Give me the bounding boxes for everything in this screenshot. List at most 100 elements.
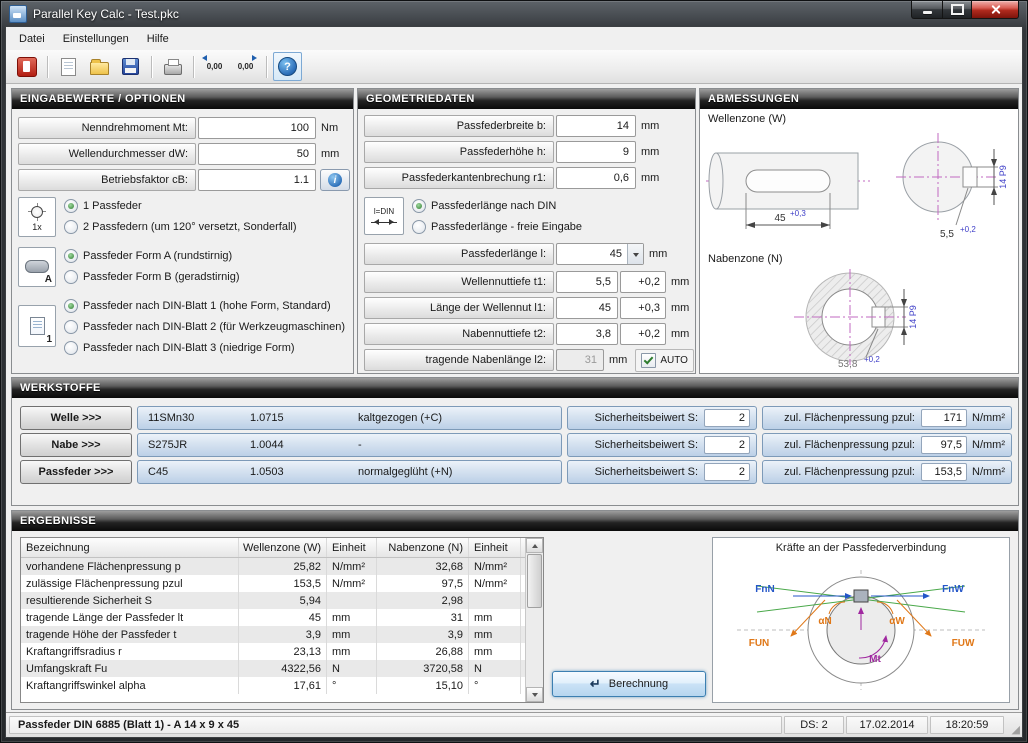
dim-nabenbohrung: 53,8 (838, 359, 858, 370)
scroll-down-icon[interactable] (526, 687, 543, 702)
radio-icon (64, 320, 78, 334)
radio-2-passfedern[interactable]: 2 Passfedern (um 120° versetzt, Sonderfa… (64, 216, 297, 237)
radio-1-passfeder[interactable]: 1 Passfeder (64, 195, 297, 216)
betriebsfaktor-input[interactable]: 1.1 (198, 169, 316, 191)
new-file-button[interactable] (54, 52, 83, 81)
radio-selected-icon (412, 199, 426, 213)
radio-din-blatt-2[interactable]: Passfeder nach DIN-Blatt 2 (für Werkzeug… (64, 316, 345, 337)
unit-label: mm (609, 354, 627, 366)
welle-sicherheit-group: Sicherheitsbeiwert S: 2 (567, 406, 757, 430)
nabenzone-drawing: 14 P9 53,8 +0,2 (700, 267, 1016, 371)
menu-einstellungen[interactable]: Einstellungen (54, 30, 138, 48)
passfederhoehe-label: Passfederhöhe h: (364, 141, 554, 163)
statusbar-date: 17.02.2014 (846, 716, 928, 734)
info-button[interactable] (320, 169, 350, 191)
laenge-mode-iconbox: l=DIN (364, 197, 404, 235)
decimal-decrease-button[interactable]: 0,00 (231, 52, 260, 81)
save-button[interactable] (116, 52, 145, 81)
maximize-button[interactable] (943, 1, 971, 19)
radio-laenge-frei[interactable]: Passfederlänge - freie Eingabe (412, 216, 582, 237)
help-icon: ? (278, 57, 297, 76)
radio-icon (64, 220, 78, 234)
statusbar: Passfeder DIN 6885 (Blatt 1) - A 14 x 9 … (6, 712, 1022, 737)
forces-drawing: FnN FnW FUN FUW αN αW Mt (713, 554, 1009, 698)
auto-checkbox-icon (641, 353, 656, 368)
radio-selected-icon (64, 249, 78, 263)
radio-laenge-din[interactable]: Passfederlänge nach DIN (412, 195, 582, 216)
help-button[interactable]: ? (273, 52, 302, 81)
angle-n-label: αN (818, 616, 831, 627)
app-icon (9, 5, 27, 23)
app-window: Parallel Key Calc - Test.pkc Datei Einst… (0, 0, 1028, 743)
scrollbar-thumb[interactable] (527, 554, 542, 608)
force-fun-label: FUN (749, 638, 770, 649)
table-scrollbar[interactable] (525, 538, 543, 702)
close-icon (990, 4, 1001, 15)
print-button[interactable] (158, 52, 187, 81)
close-button[interactable] (971, 1, 1019, 19)
unit-label: mm (641, 120, 659, 132)
wellennut-laenge-toleranz: +0,3 (620, 297, 666, 319)
passfederlaenge-combobox[interactable]: 45 (556, 243, 644, 265)
nenndrehmoment-input[interactable]: 100 (198, 117, 316, 139)
toolbar-separator (193, 56, 194, 78)
table-row: resultierende Sicherheit S5,942,98 (21, 592, 543, 609)
toolbar-separator (47, 56, 48, 78)
betriebsfaktor-label: Betriebsfaktor cB: (18, 169, 196, 191)
auto-checkbox-group[interactable]: AUTO (635, 349, 694, 372)
radio-form-a[interactable]: Passfeder Form A (rundstirnig) (64, 245, 240, 266)
results-table: Bezeichnung Wellenzone (W) Einheit Naben… (20, 537, 544, 703)
window-title: Parallel Key Calc - Test.pkc (33, 7, 179, 21)
menu-datei[interactable]: Datei (10, 30, 54, 48)
passfeder-sicherheit-input[interactable]: 2 (704, 463, 750, 481)
table-row: Kraftangriffsradius r23,13mm26,88mm (21, 643, 543, 660)
open-file-button[interactable] (85, 52, 114, 81)
resize-grip[interactable] (1005, 714, 1020, 736)
passfederbreite-label: Passfederbreite b: (364, 115, 554, 137)
decimal-increase-button[interactable]: 0,00 (200, 52, 229, 81)
welle-material-button[interactable]: Welle >>> (20, 406, 132, 430)
decimal-increase-icon: 0,00 (207, 62, 223, 71)
dim-wellennuttiefe: 5,5 (940, 229, 954, 240)
document-icon (30, 317, 45, 335)
nabennuttiefe-input[interactable]: 3,8 (556, 323, 618, 345)
scroll-up-icon[interactable] (526, 538, 543, 553)
minimize-button[interactable] (911, 1, 943, 19)
nabe-sicherheit-group: Sicherheitsbeiwert S: 2 (567, 433, 757, 457)
radio-din-blatt-3[interactable]: Passfeder nach DIN-Blatt 3 (niedrige For… (64, 337, 345, 358)
table-row: tragende Höhe der Passfeder t3,9mm3,9mm (21, 626, 543, 643)
wellenzone-label: Wellenzone (W) (708, 113, 786, 125)
wellendurchmesser-input[interactable]: 50 (198, 143, 316, 165)
enter-icon (590, 676, 601, 692)
section-ergebnisse-header: ERGEBNISSE (12, 511, 1018, 531)
titlebar[interactable]: Parallel Key Calc - Test.pkc (5, 1, 1023, 26)
key-form-icon (25, 260, 49, 273)
unit-label: mm (641, 146, 659, 158)
nabe-sicherheit-input[interactable]: 2 (704, 436, 750, 454)
radio-din-blatt-1[interactable]: Passfeder nach DIN-Blatt 1 (hohe Form, S… (64, 295, 345, 316)
exit-button[interactable] (12, 52, 41, 81)
kantenbrechung-input[interactable]: 0,6 (556, 167, 636, 189)
chevron-down-icon[interactable] (627, 244, 643, 264)
nabe-material-button[interactable]: Nabe >>> (20, 433, 132, 457)
passfederbreite-input[interactable]: 14 (556, 115, 636, 137)
torque-mt-label: Mt (869, 654, 881, 665)
radio-form-b[interactable]: Passfeder Form B (geradstirnig) (64, 266, 240, 287)
passfederlaenge-label: Passfederlänge l: (364, 243, 554, 265)
unit-label: mm (671, 302, 689, 314)
menu-hilfe[interactable]: Hilfe (138, 30, 178, 48)
unit-label: mm (649, 248, 667, 260)
toolbar-separator (266, 56, 267, 78)
table-row: tragende Länge der Passfeder lt45mm31mm (21, 609, 543, 626)
welle-sicherheit-input[interactable]: 2 (704, 409, 750, 427)
panel-abmessungen-header: ABMESSUNGEN (700, 89, 1018, 109)
berechnung-button[interactable]: Berechnung (552, 671, 706, 697)
passfederhoehe-input[interactable]: 9 (556, 141, 636, 163)
radio-icon (64, 270, 78, 284)
statusbar-result-text: Passfeder DIN 6885 (Blatt 1) - A 14 x 9 … (9, 716, 782, 734)
wellennut-laenge-input[interactable]: 45 (556, 297, 618, 319)
wellennuttiefe-input[interactable]: 5,5 (556, 271, 618, 293)
nabenlaenge-label: tragende Nabenlänge l2: (364, 349, 554, 371)
unit-label: Nm (321, 122, 338, 134)
passfeder-material-button[interactable]: Passfeder >>> (20, 460, 132, 484)
